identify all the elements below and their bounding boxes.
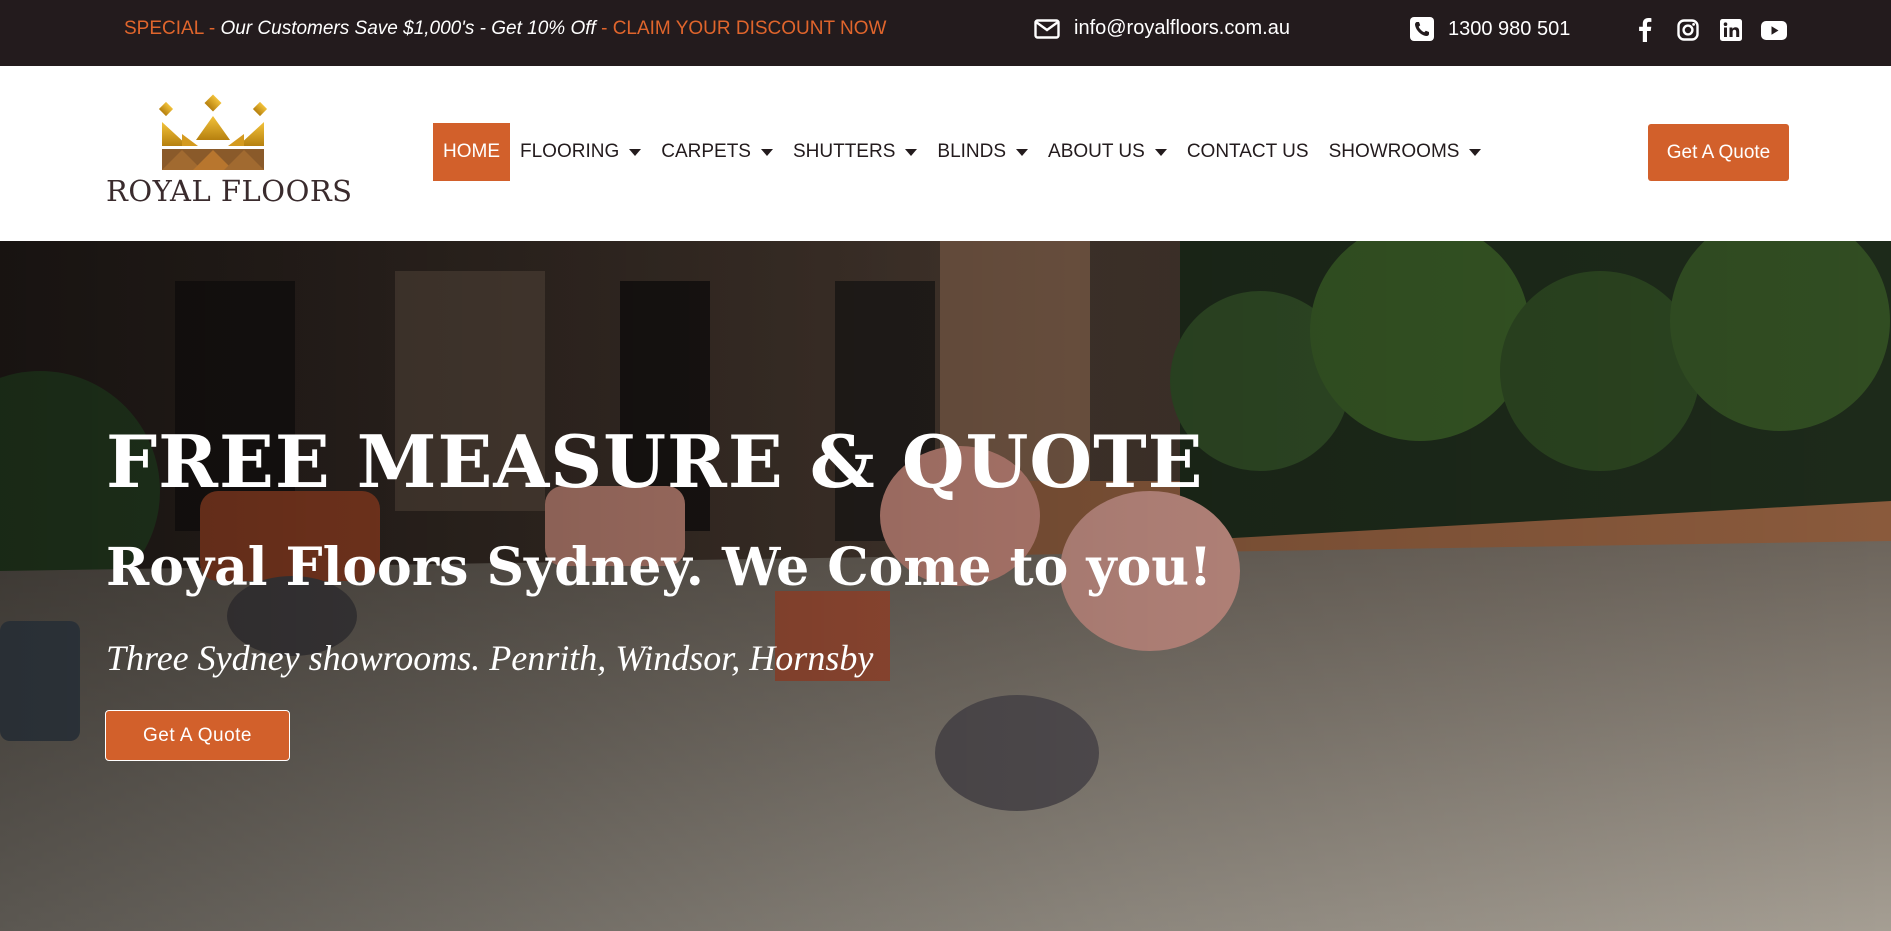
caret-down-icon: [905, 148, 918, 156]
hero-quote-button[interactable]: Get A Quote: [105, 710, 290, 761]
promo-separator: -: [595, 18, 613, 39]
nav-item-label: HOME: [443, 141, 500, 162]
nav-item-contact-us[interactable]: CONTACT US: [1177, 123, 1319, 181]
facebook-icon[interactable]: [1630, 15, 1660, 45]
hero-subtitle: Royal Floors Sydney. We Come to you!: [106, 537, 1212, 598]
logo-text: ROYAL FLOORS: [106, 174, 353, 208]
caret-down-icon: [1016, 148, 1029, 156]
nav-item-label: ABOUT US: [1048, 141, 1145, 162]
email-address: info@royalfloors.com.au: [1074, 17, 1290, 39]
hero-tagline: Three Sydney showrooms. Penrith, Windsor…: [106, 638, 874, 678]
youtube-icon[interactable]: [1759, 15, 1789, 45]
linkedin-icon[interactable]: [1716, 15, 1746, 45]
hero-title: FREE MEASURE & QUOTE: [106, 419, 1204, 504]
nav-item-about-us[interactable]: ABOUT US: [1038, 123, 1177, 181]
envelope-icon: [1034, 18, 1060, 39]
claim-discount-link[interactable]: CLAIM YOUR DISCOUNT NOW: [613, 18, 887, 39]
nav-item-label: CARPETS: [661, 141, 751, 162]
phone-icon: [1410, 17, 1434, 41]
email-contact[interactable]: info@royalfloors.com.au: [1034, 17, 1290, 40]
site-header: ROYAL FLOORS HOME FLOORING CARPETS SHUTT…: [0, 66, 1891, 241]
nav-item-label: BLINDS: [937, 141, 1007, 162]
nav-item-label: SHOWROOMS: [1328, 141, 1460, 162]
nav-item-flooring[interactable]: FLOORING: [510, 123, 651, 181]
caret-down-icon: [629, 148, 642, 156]
promo-message: Our Customers Save $1,000's - Get 10% Of…: [220, 18, 596, 39]
caret-down-icon: [1469, 148, 1482, 156]
main-nav: HOME FLOORING CARPETS SHUTTERS BLINDS AB…: [433, 123, 1491, 181]
nav-item-blinds[interactable]: BLINDS: [927, 123, 1038, 181]
social-links: [1630, 15, 1789, 45]
logo[interactable]: ROYAL FLOORS: [104, 94, 352, 214]
instagram-icon[interactable]: [1673, 15, 1703, 45]
nav-item-showrooms[interactable]: SHOWROOMS: [1319, 123, 1492, 181]
nav-item-carpets[interactable]: CARPETS: [651, 123, 783, 181]
phone-number: 1300 980 501: [1448, 17, 1571, 40]
nav-item-label: FLOORING: [520, 141, 620, 162]
promo-label: SPECIAL: [124, 18, 204, 39]
nav-item-home[interactable]: HOME: [433, 123, 510, 181]
header-quote-button[interactable]: Get A Quote: [1648, 124, 1789, 181]
caret-down-icon: [1154, 148, 1167, 156]
nav-item-label: SHUTTERS: [792, 141, 896, 162]
crown-icon: [158, 94, 268, 170]
nav-item-label: CONTACT US: [1186, 141, 1309, 162]
phone-contact[interactable]: 1300 980 501: [1410, 17, 1570, 41]
promo-separator: -: [203, 18, 221, 39]
nav-item-shutters[interactable]: SHUTTERS: [783, 123, 927, 181]
top-bar: SPECIAL - Our Customers Save $1,000's - …: [0, 0, 1891, 66]
hero-section: FREE MEASURE & QUOTE Royal Floors Sydney…: [0, 241, 1891, 931]
promo-banner: SPECIAL - Our Customers Save $1,000's - …: [124, 18, 886, 40]
caret-down-icon: [760, 148, 773, 156]
